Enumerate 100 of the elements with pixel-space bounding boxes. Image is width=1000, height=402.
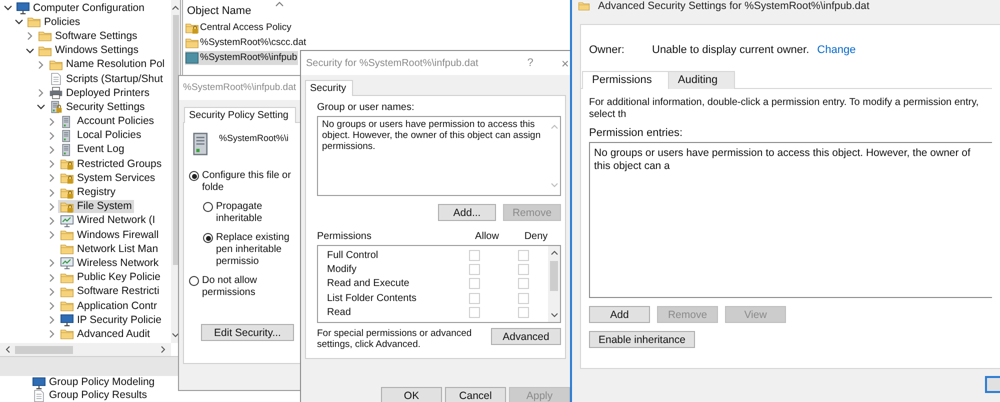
help-button[interactable]: ?: [527, 57, 534, 69]
folder-icon: [578, 0, 590, 12]
folder-icon: [38, 44, 52, 58]
checkbox[interactable]: [468, 278, 480, 290]
dialog-button[interactable]: OK: [381, 387, 442, 402]
tree-item[interactable]: Application Contr: [58, 300, 159, 313]
checkbox[interactable]: [518, 307, 528, 318]
document-icon: [49, 72, 63, 86]
file-icon: [185, 50, 199, 64]
tree-item[interactable]: Security Settings: [47, 100, 147, 114]
window-title: Security for %SystemRoot%\infpub.dat: [306, 58, 480, 68]
tree-item[interactable]: Network List Man: [58, 242, 160, 256]
locked-folder-icon: [60, 157, 74, 172]
checkbox[interactable]: [518, 292, 528, 304]
field-label: Permission entries:: [589, 127, 684, 139]
folder-icon: [60, 284, 74, 299]
folder-icon: [60, 228, 74, 242]
chevron-up-icon[interactable]: [550, 249, 558, 257]
locked-folder-icon: [60, 186, 74, 200]
tree-item[interactable]: Software Settings: [36, 30, 140, 43]
checkbox[interactable]: [468, 250, 480, 261]
dialog-button[interactable]: [985, 376, 1000, 393]
tree-item[interactable]: Group Policy Modeling: [30, 376, 157, 389]
chevron-icon[interactable]: [25, 46, 35, 56]
column-header: Permissions: [317, 231, 372, 243]
computer-icon: [16, 1, 30, 16]
enable-inheritance-button[interactable]: Enable inheritance: [589, 331, 695, 348]
tree-item[interactable]: Restricted Groups: [58, 158, 164, 171]
checkbox[interactable]: [468, 307, 480, 318]
tree-item[interactable]: Wireless Network: [58, 256, 161, 270]
info-text: For additional information, double-click a permission entry. To modify a permission entry, select th: [589, 97, 980, 121]
tree-item[interactable]: Public Key Policie: [58, 271, 162, 284]
change-link[interactable]: Change: [817, 44, 856, 56]
tree-item[interactable]: Software Restricti: [58, 285, 162, 298]
edit-security-button[interactable]: Edit Security...: [201, 324, 294, 341]
folder-icon: [185, 36, 199, 50]
radio-option[interactable]: Do not allow permissions: [189, 275, 300, 299]
locked-folder-icon: [60, 200, 74, 214]
radio-indicator[interactable]: [203, 233, 213, 243]
dialog-button[interactable]: Cancel: [445, 387, 506, 402]
radio-option[interactable]: Propagate inheritable: [203, 201, 300, 225]
entry-action-button[interactable]: Add: [589, 306, 650, 323]
radio-indicator[interactable]: [189, 276, 199, 286]
tree-item[interactable]: Local Policies: [58, 129, 144, 142]
folder-icon: [38, 29, 52, 44]
radio-option[interactable]: Replace existing pen inheritable permissio: [203, 232, 300, 268]
chevron-down-icon[interactable]: [550, 311, 558, 319]
radio-indicator[interactable]: [203, 202, 213, 212]
hint-text: For special permissions or advanced settings, click Advanced.: [317, 328, 473, 350]
tab[interactable]: Security: [305, 80, 354, 96]
tree-item[interactable]: Deployed Printers: [47, 86, 152, 100]
checkbox[interactable]: [518, 278, 528, 290]
tree-item[interactable]: Name Resolution Pol: [47, 58, 167, 72]
permission-name: Read and Execute: [327, 278, 410, 290]
permission-name: List Folder Contents: [327, 292, 418, 304]
tree-item[interactable]: Advanced Audit: [58, 328, 152, 341]
window-title: %SystemRoot%\infpub.dat: [179, 76, 301, 100]
radio-option[interactable]: Configure this file or folde: [189, 170, 300, 194]
group-action-button[interactable]: Add...: [438, 204, 496, 221]
tree-item[interactable]: Wired Network (I: [58, 214, 158, 228]
column-header: Deny: [523, 231, 549, 243]
checkbox[interactable]: [518, 264, 528, 276]
close-button[interactable]: ×: [561, 56, 569, 70]
checkbox[interactable]: [468, 264, 480, 276]
checkbox[interactable]: [518, 250, 528, 261]
advanced-button[interactable]: Advanced: [491, 328, 561, 345]
field-label: Group or user names:: [317, 102, 416, 113]
list-message: No groups or users have permission to access this object. However, the owner of this object can assign permissions.: [321, 118, 542, 154]
field-label: Owner:: [589, 44, 626, 56]
tab[interactable]: Auditing: [668, 71, 735, 89]
sort-icon: [275, 1, 284, 7]
tree-item[interactable]: Windows Settings: [36, 44, 140, 58]
list-item[interactable]: %SystemRoot%\cscc.dat: [185, 36, 308, 50]
tree-item[interactable]: Scripts (Startup/Shut: [47, 72, 165, 86]
monitor-icon: [60, 214, 74, 228]
column-header[interactable]: Object Name: [185, 5, 252, 17]
tree-item[interactable]: Registry: [58, 186, 118, 200]
tree-item[interactable]: System Services: [58, 172, 158, 185]
folder-icon: [27, 15, 41, 30]
permission-name: Full Control: [327, 250, 380, 261]
folder-icon: [60, 242, 74, 256]
locked-folder-icon: [185, 20, 199, 34]
radio-indicator[interactable]: [189, 171, 199, 181]
tab[interactable]: Permissions: [582, 71, 669, 89]
folder-icon: [60, 327, 74, 342]
tree-item[interactable]: Policies: [25, 16, 82, 29]
tab[interactable]: Security Policy Setting: [184, 107, 296, 123]
tree-item[interactable]: Account Policies: [58, 115, 156, 128]
tree-item[interactable]: IP Security Policie: [58, 314, 164, 327]
folder-icon: [49, 58, 63, 72]
tree-item[interactable]: Group Policy Results: [30, 389, 150, 402]
tree-item[interactable]: File System: [58, 200, 134, 214]
checkbox[interactable]: [468, 292, 480, 304]
tree-item[interactable]: Event Log: [58, 143, 126, 156]
tree-item[interactable]: Windows Firewall: [58, 228, 161, 242]
tree-item[interactable]: Computer Configuration: [14, 2, 146, 15]
list-item[interactable]: %SystemRoot%\infpub: [185, 50, 298, 64]
list-item[interactable]: Central Access Policy: [185, 20, 292, 34]
permission-entries-list[interactable]: No groups or users have permission to access this object. However, the owner of this object can a: [589, 142, 992, 298]
chevron-down-icon[interactable]: [171, 330, 180, 340]
